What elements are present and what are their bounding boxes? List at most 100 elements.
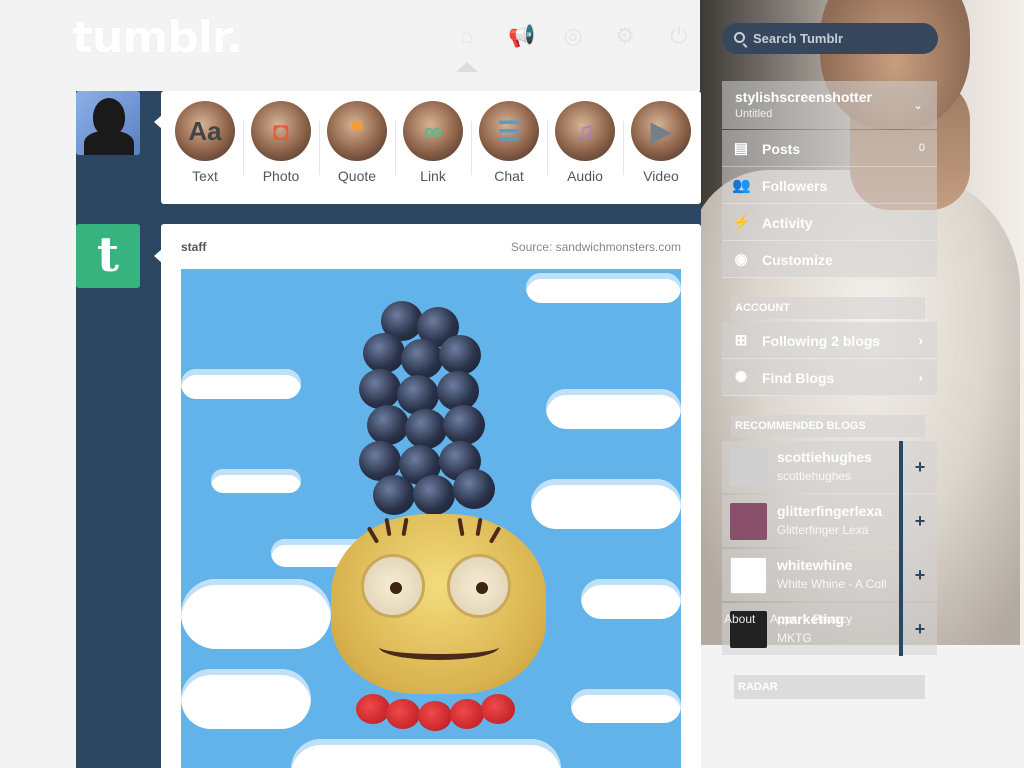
- cloud: [211, 469, 301, 493]
- post-photo[interactable]: [181, 269, 681, 768]
- megaphone-icon[interactable]: 📢: [508, 24, 535, 48]
- following-icon: ⊞: [734, 332, 748, 349]
- compass-icon[interactable]: ◎: [560, 24, 586, 48]
- eye-icon: ◉: [734, 251, 748, 268]
- post-type-video[interactable]: ▶ Video: [623, 101, 699, 184]
- recommended-blog-desc: White Whine - A Coll: [777, 577, 887, 591]
- recommended-blog-desc: scottiehughes: [777, 469, 852, 483]
- active-nav-indicator: [456, 62, 478, 72]
- footer-links: About Apps Privacy: [724, 612, 864, 626]
- post-type-label: Quote: [337, 168, 377, 184]
- sidebar-item-customize[interactable]: ◉ Customize: [722, 241, 937, 278]
- post-type-text[interactable]: Aa Text: [167, 101, 243, 184]
- sidebar-item-posts[interactable]: ▤ Posts 0: [722, 130, 937, 167]
- post-author[interactable]: staff: [181, 240, 206, 254]
- blog-title: Untitled: [735, 108, 773, 120]
- cloud: [181, 369, 301, 399]
- chat-post-icon: ☰: [479, 101, 539, 161]
- recommended-blog[interactable]: whitewhine White Whine - A Coll: [722, 549, 901, 601]
- sidebar-item-activity[interactable]: ⚡ Activity: [722, 204, 937, 241]
- sidebar-item-followers[interactable]: 👥 Followers: [722, 167, 937, 204]
- post-type-label: Video: [643, 168, 679, 184]
- chevron-right-icon: ›: [918, 332, 923, 348]
- cloud: [531, 479, 681, 529]
- text-post-icon: Aa: [175, 101, 235, 161]
- cloud: [181, 579, 331, 649]
- recommended-blog-name: whitewhine: [777, 557, 853, 573]
- follow-button[interactable]: +: [903, 441, 937, 493]
- blog-avatar: [730, 503, 767, 540]
- post-type-audio[interactable]: ♫ Audio: [547, 101, 623, 184]
- follow-button[interactable]: +: [903, 495, 937, 547]
- search-input[interactable]: Search Tumblr: [722, 23, 938, 54]
- sidebar-item-find-blogs[interactable]: ✺ Find Blogs ›: [722, 359, 937, 396]
- footer-link-privacy[interactable]: Privacy: [813, 612, 852, 626]
- recommended-blog-desc: Glitterfinger Lexa: [777, 523, 869, 537]
- avatar-silhouette-body: [84, 131, 134, 155]
- cloud: [291, 739, 561, 768]
- chevron-down-icon[interactable]: ⌄: [913, 98, 923, 112]
- recommended-blog[interactable]: glitterfingerlexa Glitterfinger Lexa: [722, 495, 901, 547]
- footer-link-apps[interactable]: Apps: [770, 612, 797, 626]
- recommended-blog-name: scottiehughes: [777, 449, 872, 465]
- post-type-label: Link: [420, 168, 446, 184]
- posts-count: 0: [918, 142, 925, 154]
- video-post-icon: ▶: [631, 101, 691, 161]
- sidebar-item-label: Posts: [762, 141, 801, 157]
- post-type-label: Chat: [494, 168, 524, 184]
- post-source[interactable]: Source: sandwichmonsters.com: [511, 240, 681, 254]
- food-face: [331, 514, 546, 694]
- tumblr-logo[interactable]: tumblr.: [72, 12, 243, 63]
- photo-post-icon: ◘: [251, 101, 311, 161]
- quote-post-icon: ❝: [327, 101, 387, 161]
- post-type-link[interactable]: ∞ Link: [395, 101, 471, 184]
- cloud: [571, 689, 681, 723]
- blog-name: stylishscreenshotter: [735, 89, 872, 105]
- footer-link-about[interactable]: About: [724, 612, 755, 626]
- cloud: [181, 669, 311, 729]
- blog-header[interactable]: stylishscreenshotter Untitled ⌄: [722, 81, 937, 129]
- followers-icon: 👥: [732, 177, 751, 194]
- post-type-label: Audio: [567, 168, 603, 184]
- link-post-icon: ∞: [403, 101, 463, 161]
- blog-avatar: [730, 557, 767, 594]
- cloud: [546, 389, 681, 429]
- sidebar-item-label: Activity: [762, 215, 813, 231]
- sidebar-item-following[interactable]: ⊞ Following 2 blogs ›: [722, 322, 937, 359]
- find-blogs-icon: ✺: [734, 369, 748, 386]
- sidebar-item-label: Customize: [762, 252, 833, 268]
- recommended-section-header: RECOMMENDED BLOGS: [731, 415, 925, 437]
- sidebar-item-label: Following 2 blogs: [762, 333, 881, 349]
- radar-section-header: RADAR: [734, 675, 925, 699]
- post-type-quote[interactable]: ❝ Quote: [319, 101, 395, 184]
- post-type-label: Text: [192, 168, 218, 184]
- search-placeholder: Search Tumblr: [753, 31, 844, 46]
- sidebar-item-label: Followers: [762, 178, 828, 194]
- dashboard-post: staff Source: sandwichmonsters.com: [161, 224, 701, 768]
- user-avatar[interactable]: [76, 91, 140, 155]
- cloud: [581, 579, 681, 619]
- home-icon[interactable]: ⌂: [454, 24, 480, 48]
- post-type-photo[interactable]: ◘ Photo: [243, 101, 319, 184]
- chevron-right-icon: ›: [918, 369, 923, 385]
- recommended-blog-desc: MKTG: [777, 631, 812, 645]
- search-icon: [734, 32, 745, 43]
- cloud: [526, 273, 681, 303]
- post-type-selector: Aa Text ◘ Photo ❝ Quote ∞ Link ☰ Chat ♫ …: [161, 91, 701, 204]
- blog-avatar: [730, 449, 767, 486]
- post-type-label: Photo: [262, 168, 300, 184]
- recommended-accent-bar: [899, 441, 903, 656]
- audio-post-icon: ♫: [555, 101, 615, 161]
- recommended-blog-name: glitterfingerlexa: [777, 503, 883, 519]
- posts-icon: ▤: [733, 140, 749, 157]
- power-icon[interactable]: ⏻: [666, 24, 692, 48]
- activity-icon: ⚡: [732, 214, 751, 231]
- follow-button[interactable]: +: [903, 603, 937, 655]
- follow-button[interactable]: +: [903, 549, 937, 601]
- recommended-blog[interactable]: marketing MKTG: [722, 603, 901, 655]
- post-type-chat[interactable]: ☰ Chat: [471, 101, 547, 184]
- gear-icon[interactable]: ⚙: [612, 24, 638, 48]
- sidebar-item-label: Find Blogs: [762, 370, 835, 386]
- recommended-blog[interactable]: scottiehughes scottiehughes: [722, 441, 901, 493]
- staff-avatar[interactable]: t: [76, 224, 140, 288]
